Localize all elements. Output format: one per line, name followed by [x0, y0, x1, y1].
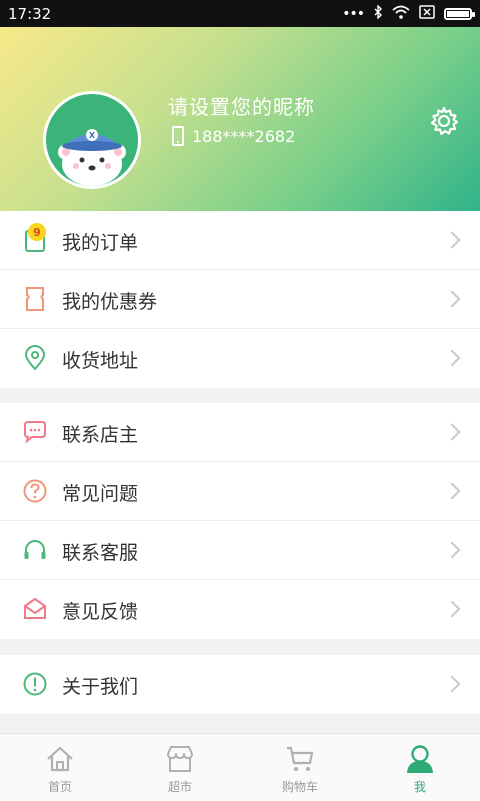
- menu-label: 联系客服: [62, 542, 139, 564]
- menu-label: 我的优惠券: [62, 291, 158, 313]
- tab-label: 超市: [167, 780, 192, 794]
- chevron-right-icon: [443, 675, 461, 693]
- tab-label: 我: [413, 780, 426, 794]
- more-dots-icon: •••: [342, 5, 365, 22]
- menu-group-orders: 9 我的订单 我的优惠券 收货地址: [0, 211, 480, 388]
- menu-item-coupons[interactable]: 我的优惠券: [0, 270, 480, 329]
- svg-text:X: X: [89, 131, 96, 140]
- order-count-badge: 9: [28, 223, 46, 241]
- status-icons: •••: [342, 3, 475, 23]
- menu-label: 联系店主: [62, 424, 139, 446]
- chevron-right-icon: [443, 482, 461, 500]
- chevron-right-icon: [443, 423, 461, 441]
- menu-item-customer-service[interactable]: 联系客服: [0, 521, 480, 580]
- menu-label: 我的订单: [62, 232, 139, 254]
- chevron-right-icon: [443, 541, 461, 559]
- chevron-right-icon: [443, 349, 461, 367]
- wifi-icon: [392, 5, 410, 23]
- info-icon: [23, 672, 47, 696]
- phone-row: 188****2682: [172, 126, 295, 146]
- headset-icon: [24, 540, 46, 559]
- chevron-right-icon: [443, 290, 461, 308]
- tab-store[interactable]: 超市: [120, 734, 240, 801]
- status-bar: 17:32 •••: [0, 0, 480, 27]
- gear-icon[interactable]: [428, 105, 460, 137]
- menu-item-address[interactable]: 收货地址: [0, 329, 480, 388]
- menu-label: 常见问题: [62, 483, 139, 505]
- user-icon: [407, 745, 433, 773]
- bluetooth-icon: [373, 3, 383, 23]
- store-icon: [167, 746, 193, 772]
- coupon-icon: [26, 287, 44, 311]
- menu-item-contact-owner[interactable]: 联系店主: [0, 403, 480, 462]
- cart-icon: [287, 746, 314, 771]
- tab-home[interactable]: 首页: [0, 734, 120, 801]
- menu-group-about: 关于我们: [0, 655, 480, 714]
- status-time: 17:32: [8, 4, 52, 23]
- question-icon: [23, 479, 47, 503]
- menu-item-about[interactable]: 关于我们: [0, 655, 480, 714]
- chevron-right-icon: [443, 231, 461, 249]
- menu-label: 意见反馈: [62, 601, 139, 623]
- menu-label: 收货地址: [62, 350, 139, 372]
- tab-me[interactable]: 我: [360, 734, 480, 801]
- menu-item-faq[interactable]: 常见问题: [0, 462, 480, 521]
- menu-item-feedback[interactable]: 意见反馈: [0, 580, 480, 639]
- tab-label: 购物车: [281, 780, 318, 794]
- tab-cart[interactable]: 购物车: [240, 734, 360, 801]
- chat-bubble-icon: [24, 421, 46, 444]
- bottom-tab-bar: 首页 超市 购物车 我: [0, 733, 480, 801]
- menu-item-orders[interactable]: 9 我的订单: [0, 211, 480, 270]
- profile-header: X 请设置您的昵称 188****2682: [0, 27, 480, 211]
- avatar-icon[interactable]: X: [43, 91, 141, 189]
- tab-label: 首页: [47, 780, 72, 794]
- battery-icon: [444, 7, 475, 20]
- menu-group-support: 联系店主 常见问题 联系客服 意见反馈: [0, 403, 480, 639]
- menu-label: 关于我们: [62, 676, 139, 698]
- location-pin-icon: [24, 345, 46, 371]
- chevron-right-icon: [443, 600, 461, 618]
- phone-icon: [172, 126, 184, 146]
- envelope-icon: [24, 597, 46, 619]
- nickname[interactable]: 请设置您的昵称: [168, 91, 315, 120]
- sim-off-icon: [419, 4, 435, 23]
- home-icon: [47, 746, 73, 772]
- phone-number: 188****2682: [192, 126, 296, 146]
